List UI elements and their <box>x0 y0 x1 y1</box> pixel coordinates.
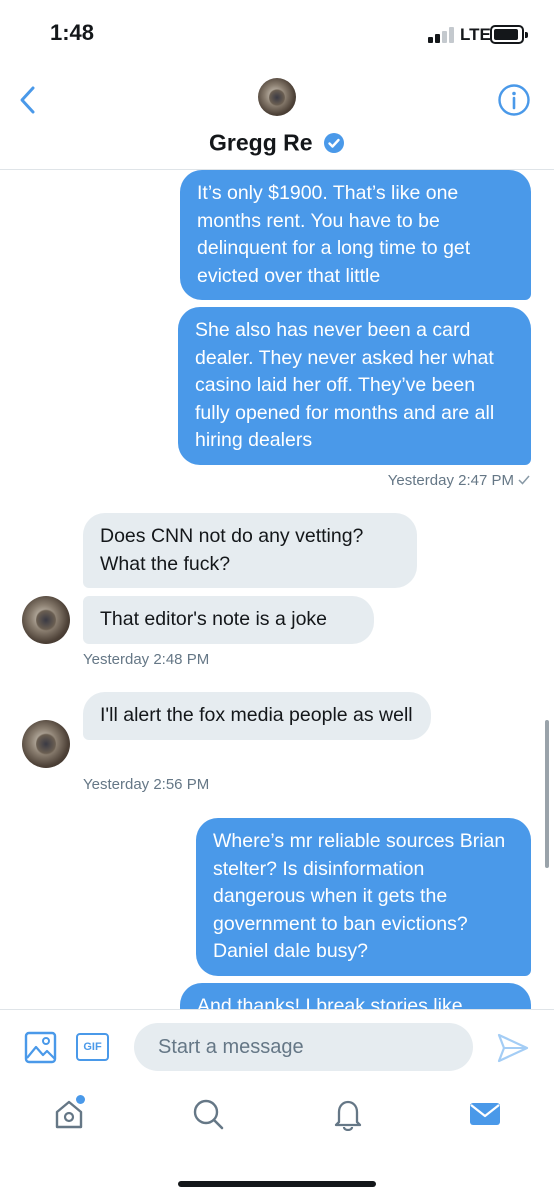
contact-avatar-small[interactable] <box>22 720 70 768</box>
message-timestamp: Yesterday 2:56 PM <box>83 776 210 793</box>
info-button[interactable] <box>497 83 531 117</box>
contact-name-row[interactable]: Gregg Re <box>0 128 554 156</box>
home-indicator[interactable] <box>178 1181 376 1187</box>
network-type: LTE <box>460 25 491 44</box>
contact-avatar-small[interactable] <box>22 596 70 644</box>
sent-message[interactable]: Where’s mr reliable sources Brian stelte… <box>196 818 531 976</box>
new-activity-dot <box>76 1095 85 1104</box>
status-time: 1:48 <box>50 20 95 45</box>
signal-strength-icon <box>428 27 456 43</box>
sent-message[interactable]: And thanks! I break stories like <box>180 983 531 1009</box>
message-timestamp: Yesterday 2:48 PM <box>83 651 210 668</box>
status-bar: 1:48 LTE <box>0 0 554 66</box>
contact-avatar[interactable] <box>258 78 296 116</box>
contact-name: Gregg Re <box>209 129 313 156</box>
search-icon <box>193 1099 224 1130</box>
message-input[interactable] <box>134 1023 473 1071</box>
received-message[interactable]: I'll alert the fox media people as well <box>83 692 431 740</box>
battery-icon <box>490 25 528 44</box>
info-circle-icon <box>498 84 530 116</box>
timestamp-text: Yesterday 2:47 PM <box>387 472 514 489</box>
message-composer: GIF <box>0 1009 554 1085</box>
notifications-icon <box>334 1100 362 1132</box>
send-button[interactable] <box>497 1033 529 1063</box>
tab-messages[interactable] <box>468 1097 502 1131</box>
message-clip: And thanks! I break stories like <box>0 980 554 1009</box>
message-timestamp: Yesterday 2:47 PM <box>388 472 530 489</box>
image-button[interactable] <box>24 1031 57 1064</box>
messages-icon <box>470 1103 500 1125</box>
verified-badge-icon <box>323 132 344 153</box>
conversation-header: Gregg Re <box>0 66 554 170</box>
back-button[interactable] <box>14 82 44 118</box>
chevron-left-icon <box>20 86 35 114</box>
image-icon <box>24 1031 57 1064</box>
received-message[interactable]: That editor's note is a joke <box>83 596 374 644</box>
scrollbar[interactable] <box>545 720 549 868</box>
checkmark-icon <box>518 475 530 485</box>
received-message[interactable]: Does CNN not do any vetting? What the fu… <box>83 513 417 588</box>
sent-message[interactable]: She also has never been a card dealer. T… <box>178 307 531 465</box>
gif-button[interactable]: GIF <box>76 1033 109 1061</box>
sent-message[interactable]: It’s only $1900. That’s like one months … <box>180 170 531 300</box>
tab-notifications[interactable] <box>331 1097 365 1132</box>
tab-search[interactable] <box>191 1097 225 1131</box>
send-icon <box>497 1033 529 1063</box>
